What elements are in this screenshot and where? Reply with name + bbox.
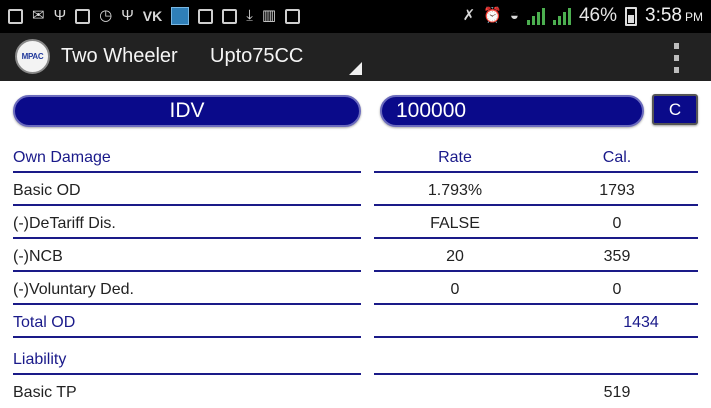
divider — [374, 336, 698, 338]
row-label: (-)DeTariff Dis. — [13, 215, 116, 232]
overflow-menu-icon[interactable] — [668, 43, 684, 73]
divider — [13, 373, 361, 375]
row-rate: 20 — [446, 248, 464, 265]
row-cal: 359 — [603, 248, 631, 265]
idv-input[interactable]: 100000 — [380, 95, 644, 127]
signal-icon — [552, 7, 571, 25]
row-label: Basic TP — [13, 384, 77, 401]
clipboard-icon — [285, 8, 301, 24]
facebook-icon — [8, 8, 23, 24]
usb-icon: Ψ — [53, 7, 67, 24]
alarm-icon: ⏰ — [483, 7, 502, 24]
usb-icon: Ψ — [121, 7, 134, 24]
divider — [13, 270, 361, 272]
logo-text: MPAC — [21, 52, 44, 61]
table-row: Basic OD 1.793% 1793 — [0, 174, 711, 206]
clock-icon: ◷ — [99, 7, 113, 24]
row-cal: 0 — [612, 215, 622, 232]
ampm-text: PM — [685, 10, 703, 24]
app-logo[interactable]: MPAC — [15, 39, 50, 74]
rate-heading: Rate — [438, 149, 472, 166]
divider — [13, 204, 361, 206]
gallery-icon — [75, 8, 91, 24]
spinner-value: Upto75CC — [210, 45, 304, 67]
table-header-row: Own Damage Rate Cal. — [0, 141, 711, 173]
divider — [374, 270, 698, 272]
row-label: (-)Voluntary Ded. — [13, 281, 134, 298]
vehicle-class-spinner[interactable]: Upto75CC — [210, 41, 362, 75]
table-row: Basic TP 519 — [0, 376, 711, 408]
download-icon: ⤓ — [246, 7, 253, 24]
row-rate: 0 — [450, 281, 460, 298]
image-icon — [198, 8, 214, 24]
row-rate: FALSE — [430, 215, 480, 232]
calculator-content: IDV 100000 C Own Damage Rate Cal. Basic … — [0, 81, 711, 401]
row-cal: 519 — [603, 384, 631, 401]
wifi-icon: ◒ — [509, 7, 519, 24]
liability-row: Liability — [0, 343, 711, 375]
total-od-value: 1434 — [623, 314, 659, 331]
system-status: ✗ ⏰ ◒ 46% 3:58 PM — [463, 4, 703, 28]
app-icon — [171, 7, 190, 25]
row-rate: 1.793% — [427, 182, 483, 199]
calculate-button[interactable]: C — [652, 94, 698, 125]
battery-percent: 46% — [578, 5, 618, 26]
app-title: Two Wheeler — [61, 45, 178, 67]
divider — [374, 204, 698, 206]
time-text: 3:58 — [645, 5, 682, 26]
row-cal: 0 — [612, 281, 622, 298]
clock: 3:58 PM — [645, 5, 703, 27]
divider — [13, 303, 361, 305]
mail-icon: ✉ — [32, 7, 45, 24]
action-bar: MPAC Two Wheeler Upto75CC — [0, 33, 711, 81]
photo-icon — [222, 8, 238, 24]
status-bar: ✉ Ψ ◷ Ψ VK ⤓ ▥ ✗ ⏰ ◒ 46% 3:58 PM — [0, 0, 711, 33]
divider — [13, 171, 361, 173]
divider — [374, 373, 698, 375]
cal-heading: Cal. — [602, 149, 632, 166]
own-damage-heading: Own Damage — [13, 149, 111, 166]
barcode-icon: ▥ — [261, 7, 277, 24]
signal-icon — [526, 7, 545, 25]
divider — [374, 171, 698, 173]
idv-label: IDV — [13, 95, 361, 127]
divider — [13, 336, 361, 338]
table-row: (-)Voluntary Ded. 0 0 — [0, 273, 711, 305]
total-od-label: Total OD — [13, 314, 76, 331]
row-cal: 1793 — [599, 182, 635, 199]
table-row: (-)NCB 20 359 — [0, 240, 711, 272]
vk-icon: VK — [142, 8, 163, 24]
notification-icons: ✉ Ψ ◷ Ψ VK ⤓ ▥ — [8, 6, 301, 26]
row-label: Basic OD — [13, 182, 81, 199]
battery-icon — [625, 6, 638, 26]
divider — [374, 303, 698, 305]
row-label: (-)NCB — [13, 248, 63, 265]
mute-icon: ✗ — [462, 7, 476, 24]
divider — [374, 237, 698, 239]
table-row: (-)DeTariff Dis. FALSE 0 — [0, 207, 711, 239]
divider — [13, 237, 361, 239]
spinner-arrow-icon — [349, 62, 362, 75]
total-od-row: Total OD 1434 — [0, 306, 711, 338]
liability-heading: Liability — [13, 351, 67, 368]
